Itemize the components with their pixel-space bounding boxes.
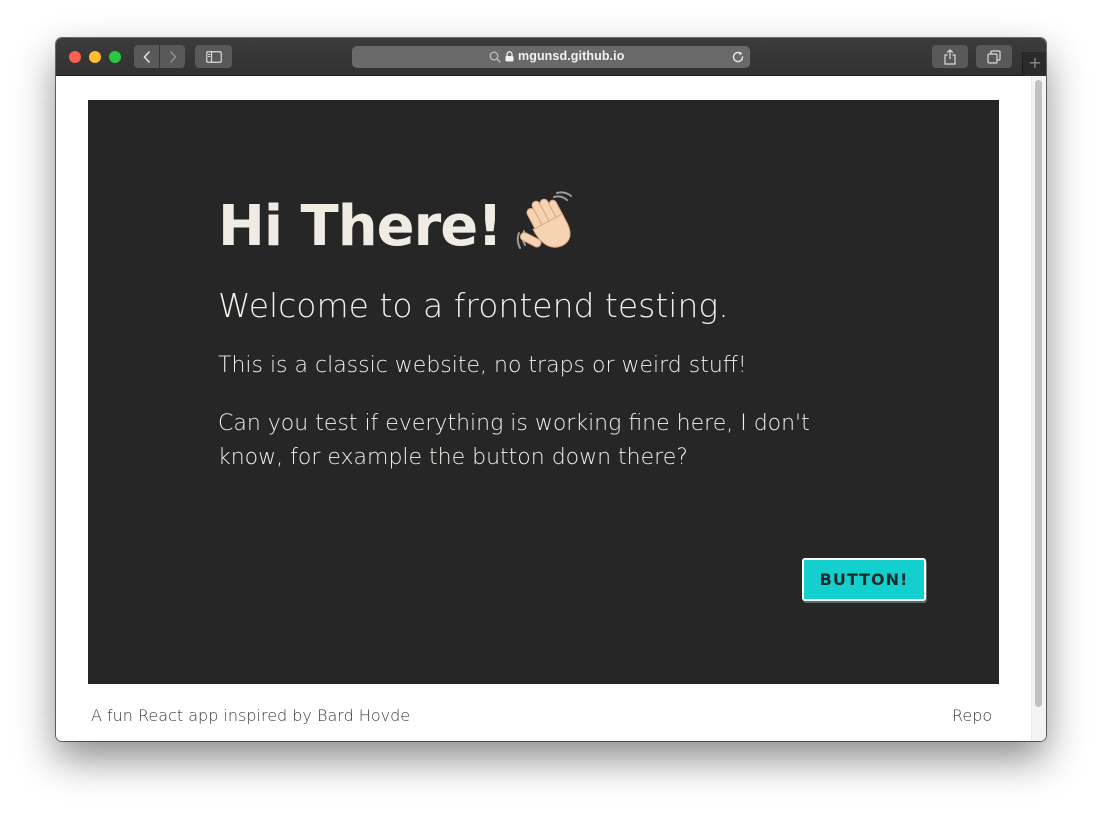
hero-subtitle: Welcome to a frontend testing. bbox=[218, 286, 729, 325]
browser-window: mgunsd.github.io + Hi There! Welcome to … bbox=[56, 38, 1046, 741]
vertical-scrollbar[interactable] bbox=[1031, 76, 1046, 741]
forward-button[interactable] bbox=[160, 45, 185, 68]
reload-icon[interactable] bbox=[731, 50, 745, 64]
browser-toolbar: mgunsd.github.io + bbox=[56, 38, 1046, 76]
search-icon bbox=[489, 51, 501, 63]
page-viewport: Hi There! Welcome to a frontend testing. bbox=[56, 76, 1046, 741]
back-button[interactable] bbox=[134, 45, 159, 68]
repo-link[interactable]: Repo bbox=[952, 706, 992, 725]
maximize-window-button[interactable] bbox=[109, 51, 121, 63]
hero-section: Hi There! Welcome to a frontend testing. bbox=[88, 100, 999, 684]
new-tab-button[interactable]: + bbox=[1022, 52, 1046, 76]
share-button[interactable] bbox=[932, 45, 968, 68]
footer-credit: A fun React app inspired by Bard Hovde bbox=[91, 706, 411, 725]
address-bar[interactable]: mgunsd.github.io bbox=[352, 46, 750, 68]
hero-paragraph-1: This is a classic website, no traps or w… bbox=[218, 353, 747, 378]
main-cta-button[interactable]: BUTTON! bbox=[802, 558, 926, 601]
hero-paragraph-2: Can you test if everything is working fi… bbox=[218, 411, 810, 470]
scrollbar-thumb[interactable] bbox=[1035, 80, 1042, 707]
chevron-left-icon bbox=[143, 50, 150, 63]
close-window-button[interactable] bbox=[69, 51, 81, 63]
tabs-overview-icon bbox=[987, 49, 1001, 64]
waving-hand-icon bbox=[516, 191, 572, 249]
tabs-overview-button[interactable] bbox=[976, 45, 1012, 68]
minimize-window-button[interactable] bbox=[89, 51, 101, 63]
sidebar-icon bbox=[205, 50, 222, 63]
lock-icon bbox=[505, 51, 514, 62]
sidebar-toggle-button[interactable] bbox=[195, 45, 232, 68]
chevron-right-icon bbox=[169, 50, 176, 63]
share-icon bbox=[944, 48, 956, 65]
page-title: Hi There! bbox=[218, 194, 503, 259]
url-text: mgunsd.github.io bbox=[518, 49, 625, 63]
